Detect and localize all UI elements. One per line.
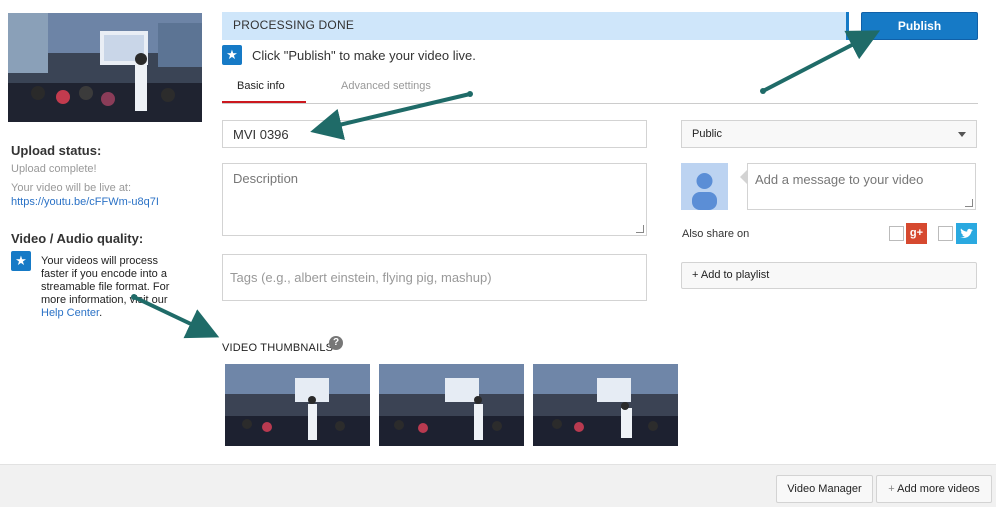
arrow-dot: [467, 91, 473, 97]
arrow-dot: [760, 88, 766, 94]
arrow-to-thumbnails: [133, 295, 220, 339]
annotation-arrows: [131, 30, 881, 339]
arrow-to-publish: [762, 30, 881, 93]
arrow-dot: [131, 294, 137, 300]
arrow-to-title: [310, 92, 471, 141]
